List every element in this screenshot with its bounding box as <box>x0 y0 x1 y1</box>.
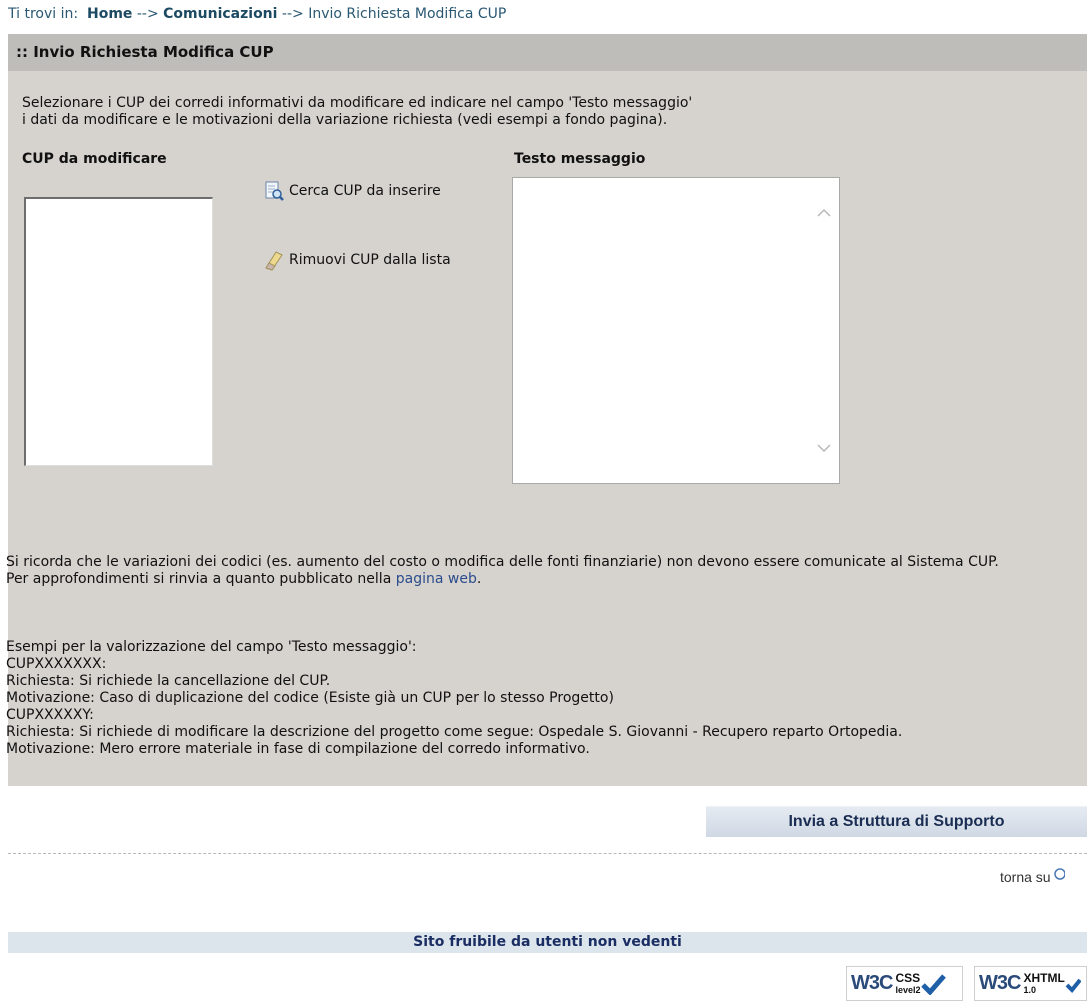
breadcrumb-separator: --> <box>136 6 159 22</box>
back-to-top-link[interactable]: torna su <box>1000 868 1066 885</box>
divider <box>8 853 1087 854</box>
arrow-up-icon <box>1053 868 1066 880</box>
example-line: Esempi per la valorizzazione del campo '… <box>6 639 417 655</box>
examples: Esempi per la valorizzazione del campo '… <box>6 639 902 758</box>
scroll-down-icon[interactable] <box>815 441 833 455</box>
notes: Si ricorda che le variazioni dei codici … <box>6 554 1086 588</box>
xhtml-spec-name: XHTML <box>1023 970 1065 985</box>
css-spec-name: CSS <box>895 970 921 985</box>
xhtml-spec: XHTML 1.0 <box>1023 972 1064 996</box>
submit-button[interactable]: Invia a Struttura di Supporto <box>706 806 1087 837</box>
breadcrumb: Ti trovi in: Home --> Comunicazioni --> … <box>8 6 506 22</box>
w3c-xhtml-badge[interactable]: W3C XHTML 1.0 <box>974 966 1087 1001</box>
accessibility-banner: Sito fruibile da utenti non vedenti <box>8 932 1087 953</box>
example-line: Richiesta: Si richiede di modificare la … <box>6 724 903 740</box>
back-to-top-label: torna su <box>1000 869 1051 885</box>
example-line: Richiesta: Si richiede la cancellazione … <box>6 673 331 689</box>
intro-line: Selezionare i CUP dei corredi informativ… <box>22 95 693 111</box>
css-spec: CSS level2 <box>895 972 920 996</box>
example-line: Motivazione: Caso di duplicazione del co… <box>6 690 614 706</box>
example-line: CUPXXXXXY: <box>6 707 94 723</box>
note-text-prefix: Per approfondimenti si rinvia a quanto p… <box>6 571 392 587</box>
breadcrumb-separator: --> <box>281 6 304 22</box>
search-document-icon <box>265 181 284 201</box>
eraser-icon <box>265 251 283 271</box>
message-textarea[interactable] <box>512 177 840 484</box>
remove-cup-button[interactable]: Rimuovi CUP dalla lista <box>263 249 451 271</box>
breadcrumb-prefix: Ti trovi in: <box>8 6 79 22</box>
cup-list-box[interactable] <box>24 197 213 466</box>
intro-text: Selezionare i CUP dei corredi informativ… <box>22 95 692 129</box>
search-cup-button[interactable]: Cerca CUP da inserire <box>263 180 441 202</box>
w3c-logo: W3C <box>979 972 1021 994</box>
scroll-up-icon[interactable] <box>815 206 833 220</box>
check-icon <box>921 973 947 995</box>
search-cup-label: Cerca CUP da inserire <box>289 183 441 199</box>
w3c-logo: W3C <box>851 972 893 994</box>
note-text: Si ricorda che le variazioni dei codici … <box>6 554 999 570</box>
note-text-suffix: . <box>476 571 482 587</box>
breadcrumb-comunicazioni-link[interactable]: Comunicazioni <box>163 6 277 22</box>
note-text: Per approfondimenti si rinvia a quanto p… <box>6 571 1086 588</box>
intro-line: i dati da modificare e le motivazioni de… <box>22 112 668 128</box>
xhtml-spec-level: 1.0 <box>1023 984 1036 995</box>
breadcrumb-current: Invio Richiesta Modifica CUP <box>308 6 507 22</box>
example-line: Motivazione: Mero errore materiale in fa… <box>6 741 590 757</box>
request-panel: :: Invio Richiesta Modifica CUP Selezion… <box>6 34 1087 786</box>
check-icon <box>1065 978 1081 993</box>
remove-cup-label: Rimuovi CUP dalla lista <box>289 252 451 268</box>
w3c-css-badge[interactable]: W3C CSS level2 <box>846 966 963 1001</box>
web-page-link[interactable]: pagina web <box>396 571 477 587</box>
message-label: Testo messaggio <box>514 151 646 167</box>
example-line: CUPXXXXXXX: <box>6 656 107 672</box>
breadcrumb-home-link[interactable]: Home <box>87 6 132 22</box>
panel-title: :: Invio Richiesta Modifica CUP <box>8 34 1087 71</box>
cup-list-label: CUP da modificare <box>22 151 167 167</box>
css-spec-level: level2 <box>895 984 921 995</box>
